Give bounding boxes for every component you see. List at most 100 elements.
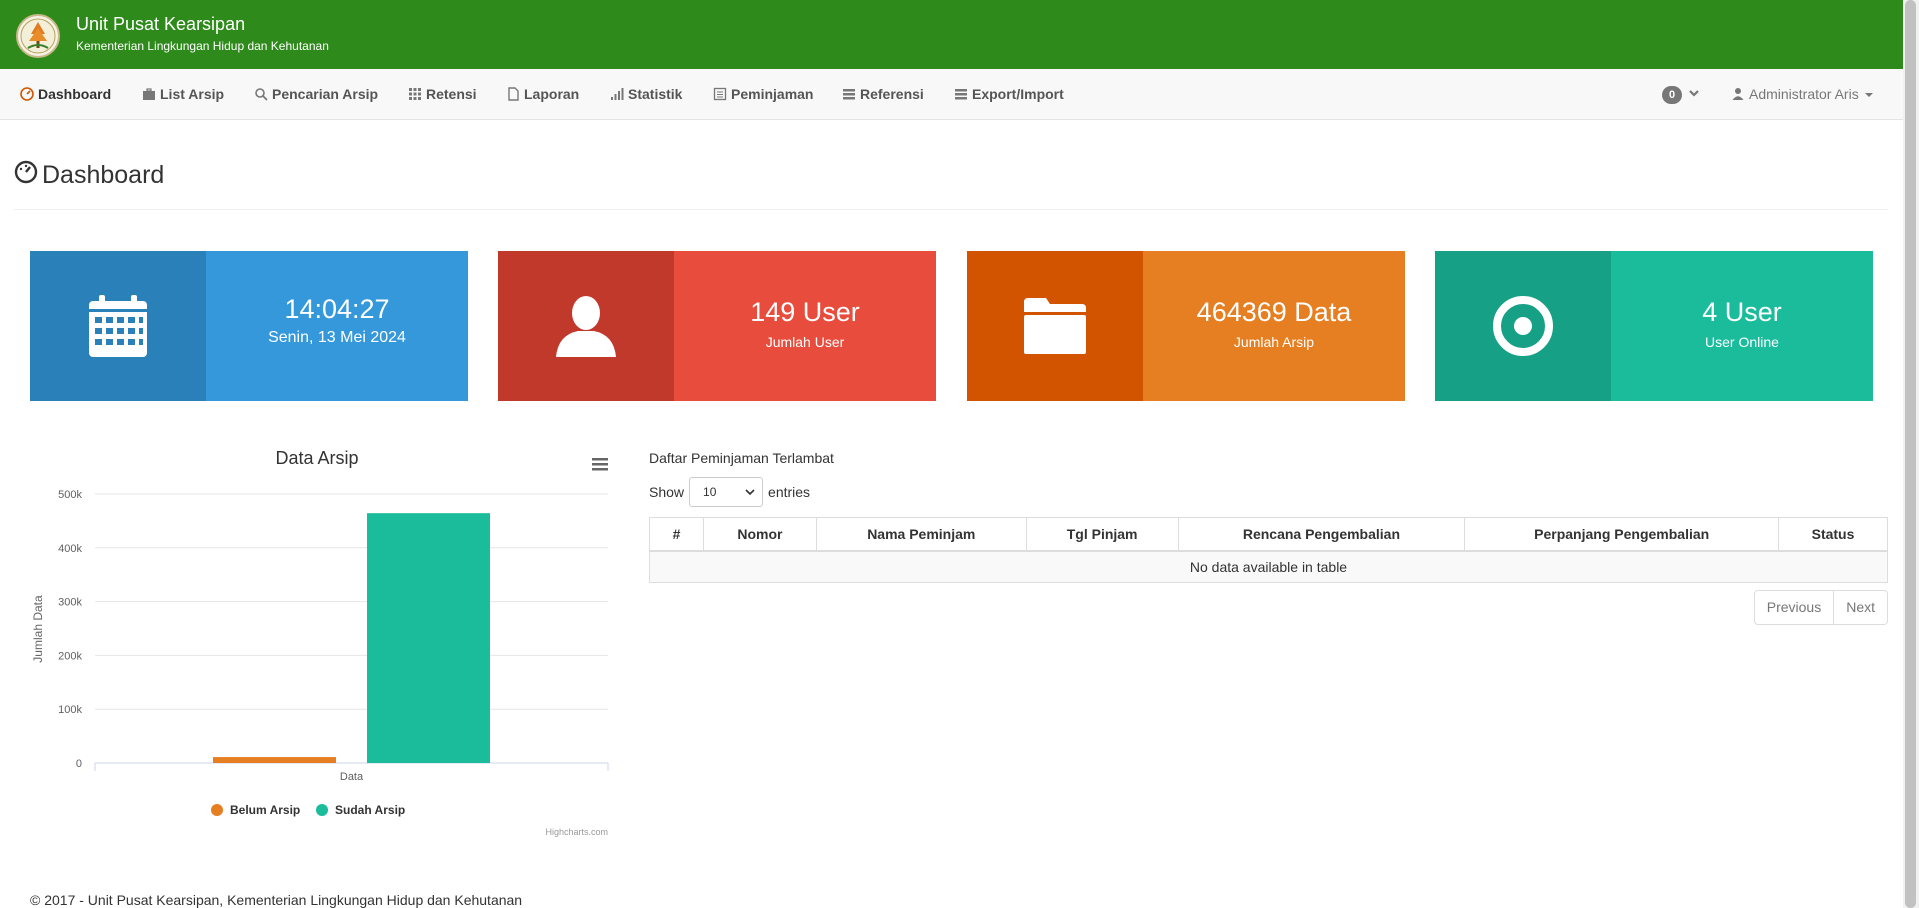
online-label: User Online <box>1705 334 1779 350</box>
arsip-label: Jumlah Arsip <box>1233 334 1315 350</box>
nav-statistik[interactable]: Statistik <box>610 69 682 120</box>
nav-dashboard-label: Dashboard <box>38 86 112 102</box>
chevron-down-icon <box>745 489 755 496</box>
show-label: Show <box>649 484 685 500</box>
nav-export-import-label: Export/Import <box>972 86 1064 102</box>
nav-pencarian-arsip-label: Pencarian Arsip <box>272 86 379 102</box>
record-icon <box>1493 296 1553 356</box>
user-menu[interactable]: Administrator Aris <box>1731 69 1873 120</box>
dashboard-icon <box>20 87 34 101</box>
y-tick-label: 400k <box>58 543 82 555</box>
briefcase-icon <box>143 88 155 100</box>
user-icon <box>1732 88 1744 100</box>
clock-time: 14:04:27 <box>284 294 390 324</box>
column-header[interactable]: Perpanjang Pengembalian <box>1464 517 1780 552</box>
caret-down-icon <box>1864 93 1873 97</box>
next-button[interactable]: Next <box>1834 590 1888 625</box>
footer-text: © 2017 - Unit Pusat Kearsipan, Kementeri… <box>30 892 523 908</box>
legend-item[interactable]: Sudah Arsip <box>316 803 405 817</box>
column-header[interactable]: Status <box>1778 517 1888 552</box>
card-icon-box <box>1435 251 1611 401</box>
nav-referensi-label: Referensi <box>860 86 924 102</box>
notifications-dropdown[interactable]: 0 <box>1662 69 1700 120</box>
column-header[interactable]: # <box>649 517 704 552</box>
previous-button[interactable]: Previous <box>1753 590 1835 625</box>
menu-icon <box>592 458 608 461</box>
users-count: 149 User <box>750 297 860 327</box>
pagination: Previous Next <box>1753 590 1888 625</box>
signal-icon <box>611 88 624 100</box>
user-icon <box>556 296 616 357</box>
y-axis-label: Jumlah Data <box>31 595 45 663</box>
nav-peminjaman[interactable]: Peminjaman <box>713 69 813 120</box>
app-root: Unit Pusat Kearsipan Kementerian Lingkun… <box>0 0 1903 908</box>
arsip-card: 464369 Data Jumlah Arsip <box>967 251 1405 401</box>
legend-label: Sudah Arsip <box>335 803 405 817</box>
online-count: 4 User <box>1702 297 1782 327</box>
card-icon-box <box>498 251 674 401</box>
chevron-down-icon <box>1689 90 1699 97</box>
user-name: Administrator Aris <box>1749 86 1859 102</box>
late-loans-title: Daftar Peminjaman Terlambat <box>649 450 834 466</box>
table-header-row: # Nomor Nama Peminjam Tgl Pinjam Rencana… <box>649 517 1888 552</box>
app-header: Unit Pusat Kearsipan Kementerian Lingkun… <box>0 0 1903 69</box>
nav-retensi-label: Retensi <box>426 86 477 102</box>
column-header[interactable]: Rencana Pengembalian <box>1177 517 1466 552</box>
chart-credits[interactable]: Highcharts.com <box>545 827 608 837</box>
card-info: 149 User Jumlah User <box>674 251 936 401</box>
legend-marker <box>316 804 328 816</box>
clock-card: 14:04:27 Senin, 13 Mei 2024 <box>30 251 468 401</box>
data-arsip-chart: Data Arsip 0 100k 200k 300k 400k 500k Jumlah … <box>30 442 615 842</box>
calendar-icon <box>89 295 147 357</box>
table-row: No data available in table <box>649 550 1888 583</box>
late-loans-table: # Nomor Nama Peminjam Tgl Pinjam Rencana… <box>649 517 1888 583</box>
chart-svg: Data Arsip 0 100k 200k 300k 400k 500k Jumlah … <box>31 448 610 837</box>
app-subtitle: Kementerian Lingkungan Hidup dan Kehutan… <box>76 39 329 53</box>
column-header[interactable]: Nomor <box>702 517 817 552</box>
card-icon-box <box>967 251 1143 401</box>
ministry-logo[interactable] <box>16 14 60 58</box>
nav-retensi[interactable]: Retensi <box>408 69 477 120</box>
online-card: 4 User User Online <box>1435 251 1873 401</box>
page-title: Dashboard <box>14 160 164 190</box>
main-navbar: Dashboard List Arsip Pencarian Arsip Ret… <box>0 69 1903 120</box>
nav-dashboard[interactable]: Dashboard <box>20 69 111 120</box>
folder-icon <box>1024 298 1086 354</box>
list-alt-icon <box>713 87 727 101</box>
nav-export-import[interactable]: Export/Import <box>954 69 1064 120</box>
app-title: Unit Pusat Kearsipan <box>76 14 246 34</box>
legend-item[interactable]: Belum Arsip <box>211 803 300 817</box>
x-tick-label: Data <box>340 771 364 783</box>
legend-marker <box>211 804 223 816</box>
column-header[interactable]: Nama Peminjam <box>815 517 1027 552</box>
page-title-text: Dashboard <box>42 161 165 189</box>
column-header[interactable]: Tgl Pinjam <box>1025 517 1179 552</box>
tasks-icon <box>955 89 967 100</box>
arsip-count: 464369 Data <box>1196 297 1352 327</box>
nav-laporan[interactable]: Laporan <box>506 69 579 120</box>
scrollbar-thumb[interactable] <box>1905 0 1916 908</box>
card-info: 4 User User Online <box>1611 251 1873 401</box>
y-tick-label: 200k <box>58 650 82 662</box>
empty-table-message: No data available in table <box>649 550 1888 583</box>
nav-peminjaman-label: Peminjaman <box>731 86 814 102</box>
nav-statistik-label: Statistik <box>628 86 683 102</box>
entries-select[interactable]: 10 <box>689 477 764 507</box>
card-info: 464369 Data Jumlah Arsip <box>1143 251 1405 401</box>
nav-referensi[interactable]: Referensi <box>842 69 924 120</box>
users-label: Jumlah User <box>765 334 845 350</box>
bar-belum-arsip[interactable] <box>213 757 336 763</box>
tasks-icon <box>843 89 855 100</box>
legend-label: Belum Arsip <box>230 803 300 817</box>
file-icon <box>508 87 519 101</box>
chart-menu-button[interactable] <box>590 454 610 474</box>
nav-list-arsip[interactable]: List Arsip <box>142 69 224 120</box>
nav-pencarian-arsip[interactable]: Pencarian Arsip <box>254 69 378 120</box>
notification-badge: 0 <box>1662 86 1682 104</box>
title-divider <box>14 209 1888 210</box>
clock-date: Senin, 13 Mei 2024 <box>268 329 406 346</box>
y-tick-label: 100k <box>58 704 82 716</box>
bar-sudah-arsip[interactable] <box>367 513 490 763</box>
length-control: Show 10 entries <box>649 477 810 507</box>
y-tick-label: 500k <box>58 489 82 501</box>
